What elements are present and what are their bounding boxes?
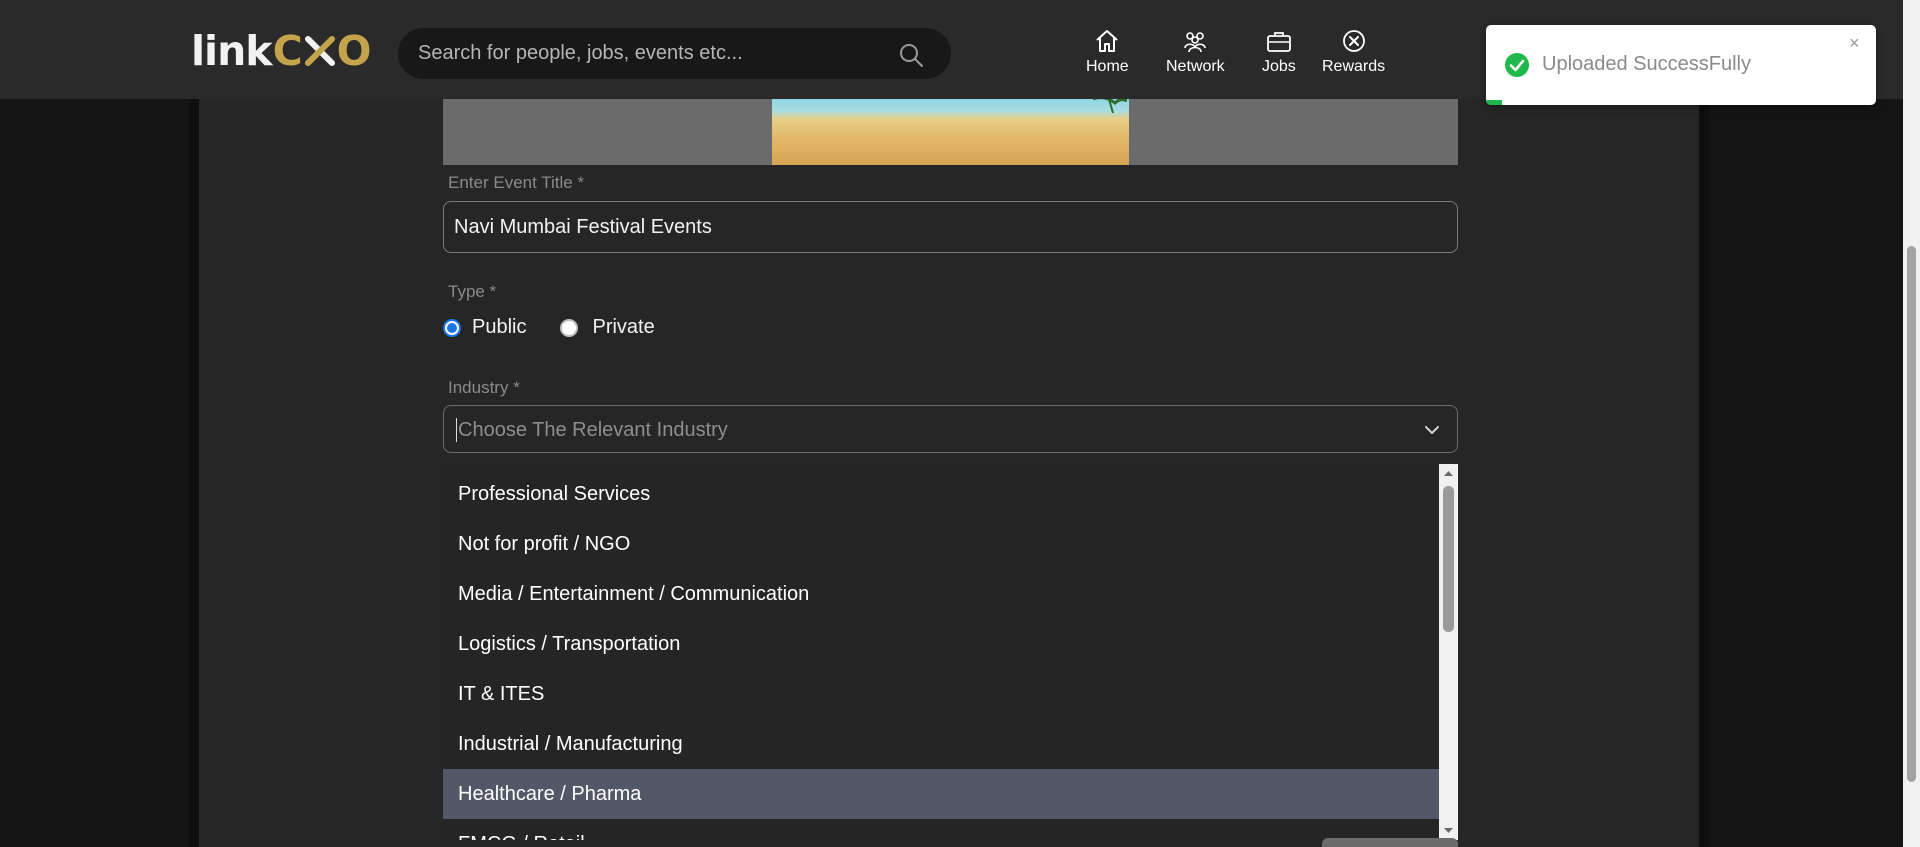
industry-option[interactable]: Professional Services <box>443 469 1439 519</box>
event-title-label: Enter Event Title * <box>448 173 585 192</box>
banner-image <box>772 99 1129 165</box>
type-radio-group: Public Private <box>443 316 655 339</box>
right-edge-strip <box>1699 99 1709 847</box>
logo-cxo-mark: C O <box>272 27 372 75</box>
industry-option[interactable]: Not for profit / NGO <box>443 519 1439 569</box>
page-scrollbar[interactable] <box>1903 0 1920 847</box>
industry-dropdown-list: Professional Services Not for profit / N… <box>443 464 1458 840</box>
nav-network-label: Network <box>1166 58 1225 75</box>
close-icon[interactable]: × <box>1849 33 1860 54</box>
industry-option[interactable]: Media / Entertainment / Communication <box>443 569 1439 619</box>
scroll-down-arrow-icon[interactable] <box>1443 825 1454 836</box>
home-icon <box>1096 30 1119 52</box>
linkcxo-logo[interactable]: link C O <box>191 27 372 75</box>
nav-rewards[interactable]: Rewards <box>1322 28 1385 76</box>
industry-label: Industry * <box>448 378 520 397</box>
event-banner[interactable] <box>443 99 1458 165</box>
industry-option[interactable]: Logistics / Transportation <box>443 619 1439 669</box>
partial-bottom-button[interactable] <box>1322 838 1458 847</box>
industry-option-highlighted[interactable]: Healthcare / Pharma <box>443 769 1439 819</box>
search-icon[interactable] <box>898 42 924 68</box>
nav-jobs-label: Jobs <box>1262 58 1296 75</box>
briefcase-icon <box>1266 32 1291 52</box>
dropdown-scroll-thumb[interactable] <box>1443 486 1454 632</box>
upload-success-toast: Uploaded SuccessFully × <box>1486 25 1876 105</box>
page-scroll-thumb[interactable] <box>1907 246 1916 782</box>
logo-link-text: link <box>191 27 273 75</box>
text-cursor <box>456 418 457 442</box>
toast-message: Uploaded SuccessFully <box>1542 53 1751 75</box>
scroll-up-arrow-icon[interactable] <box>1443 468 1454 479</box>
private-radio-label[interactable]: Private <box>592 316 654 339</box>
public-radio[interactable] <box>443 318 461 337</box>
industry-select[interactable]: Choose The Relevant Industry <box>443 405 1458 453</box>
nav-rewards-label: Rewards <box>1322 58 1386 75</box>
industry-option[interactable]: IT & ITES <box>443 669 1439 719</box>
network-icon <box>1184 32 1207 53</box>
industry-option[interactable]: Industrial / Manufacturing <box>443 719 1439 769</box>
toast-progress-bar <box>1486 100 1502 105</box>
dropdown-scrollbar[interactable] <box>1439 464 1458 840</box>
palm-leaf-icon <box>1093 99 1127 114</box>
nav-home-label: Home <box>1086 58 1129 75</box>
search-input[interactable] <box>418 28 878 79</box>
public-radio-label[interactable]: Public <box>472 316 526 339</box>
nav-jobs[interactable]: Jobs <box>1262 28 1296 76</box>
nav-home[interactable]: Home <box>1086 28 1129 76</box>
chevron-down-icon[interactable] <box>1423 421 1441 439</box>
event-title-field[interactable]: Navi Mumbai Festival Events <box>443 201 1458 253</box>
type-label: Type * <box>448 282 497 301</box>
industry-option[interactable]: FMCG / Retail <box>443 819 1439 841</box>
check-circle-icon <box>1505 53 1529 77</box>
industry-placeholder: Choose The Relevant Industry <box>458 419 728 441</box>
rewards-icon <box>1342 30 1365 52</box>
left-edge-strip <box>189 99 199 847</box>
search-bar <box>398 28 951 79</box>
nav-network[interactable]: Network <box>1166 28 1225 76</box>
private-radio[interactable] <box>560 318 579 337</box>
